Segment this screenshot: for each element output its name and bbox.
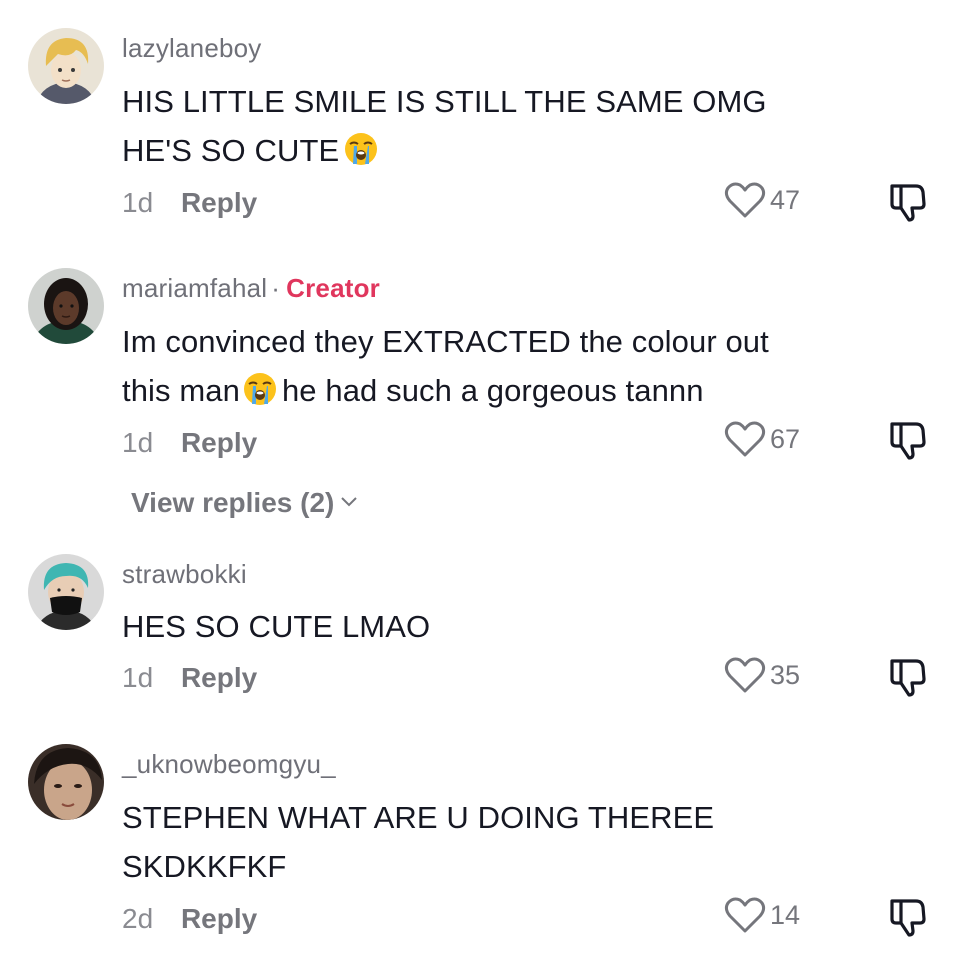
comment-text-line: STEPHEN WHAT ARE U DOING THEREE — [122, 800, 715, 835]
thumbs-down-icon[interactable] — [886, 655, 930, 699]
thumbs-down-icon[interactable] — [886, 418, 930, 462]
reply-button[interactable]: Reply — [181, 187, 257, 218]
thumbs-down-icon[interactable] — [886, 895, 930, 939]
loudly-crying-face-icon — [345, 133, 378, 165]
reply-button[interactable]: Reply — [181, 662, 257, 693]
thumbs-down-icon[interactable] — [886, 180, 930, 224]
creator-badge: Creator — [286, 273, 380, 303]
username[interactable]: lazylaneboy — [122, 33, 262, 64]
avatar[interactable] — [28, 744, 104, 820]
comment-text: Im convinced they EXTRACTED the colour o… — [122, 317, 842, 415]
loudly-crying-face-icon — [243, 373, 276, 405]
comment-timestamp: 1d — [122, 427, 154, 458]
username[interactable]: strawbokki — [122, 559, 247, 590]
comment-text: HIS LITTLE SMILE IS STILL THE SAME OMG H… — [122, 77, 842, 175]
heart-icon[interactable] — [724, 419, 766, 459]
comment-meta: 2d Reply — [122, 903, 257, 935]
view-replies-label[interactable]: View replies (2) — [131, 487, 334, 518]
comment-text-line: Im convinced they EXTRACTED the colour o… — [122, 324, 769, 359]
comment-text-segment: HE'S SO CUTE — [122, 133, 340, 168]
heart-icon[interactable] — [724, 895, 766, 935]
username[interactable]: mariamfahal · Creator — [122, 273, 380, 304]
like-count: 35 — [770, 659, 801, 690]
like-count: 67 — [770, 423, 801, 454]
like-button[interactable]: 47 — [724, 180, 800, 220]
comment-text: STEPHEN WHAT ARE U DOING THEREE SKDKKFKF — [122, 793, 842, 891]
chevron-down-icon[interactable] — [340, 496, 358, 508]
comment-text-segment: he had such a gorgeous tannn — [281, 373, 704, 408]
avatar[interactable] — [28, 554, 104, 630]
like-count: 14 — [770, 899, 801, 930]
username-label[interactable]: strawbokki — [122, 559, 247, 589]
like-count: 47 — [770, 184, 801, 215]
comment-text-line: HE'S SO CUTE — [122, 126, 842, 175]
like-button[interactable]: 35 — [724, 655, 800, 695]
username-label[interactable]: lazylaneboy — [122, 33, 262, 63]
comment-meta: 1d Reply — [122, 662, 257, 694]
username-label[interactable]: mariamfahal — [122, 273, 267, 303]
reply-button[interactable]: Reply — [181, 903, 257, 934]
comment-timestamp: 1d — [122, 662, 154, 693]
heart-icon[interactable] — [724, 180, 766, 220]
reply-button[interactable]: Reply — [181, 427, 257, 458]
comment-text-segment: this man — [122, 373, 240, 408]
comment-text: HES SO CUTE LMAO — [122, 602, 842, 651]
comment-timestamp: 1d — [122, 187, 154, 218]
like-button[interactable]: 14 — [724, 895, 800, 935]
username[interactable]: _uknowbeomgyu_ — [122, 749, 336, 780]
comment-text-line: HES SO CUTE LMAO — [122, 609, 431, 644]
comment-text-line: SKDKKFKF — [122, 849, 287, 884]
avatar[interactable] — [28, 268, 104, 344]
like-button[interactable]: 67 — [724, 419, 800, 459]
comment-text-line: HIS LITTLE SMILE IS STILL THE SAME OMG — [122, 84, 767, 119]
comment-meta: 1d Reply — [122, 187, 257, 219]
view-replies-button[interactable]: View replies (2) — [131, 487, 358, 519]
avatar[interactable] — [28, 28, 104, 104]
comment-text-line: this man he had such a gorgeous tannn — [122, 366, 842, 415]
username-label[interactable]: _uknowbeomgyu_ — [122, 749, 336, 779]
comment-timestamp: 2d — [122, 903, 154, 934]
separator-dot: · — [271, 273, 281, 303]
heart-icon[interactable] — [724, 655, 766, 695]
comment-meta: 1d Reply — [122, 427, 257, 459]
